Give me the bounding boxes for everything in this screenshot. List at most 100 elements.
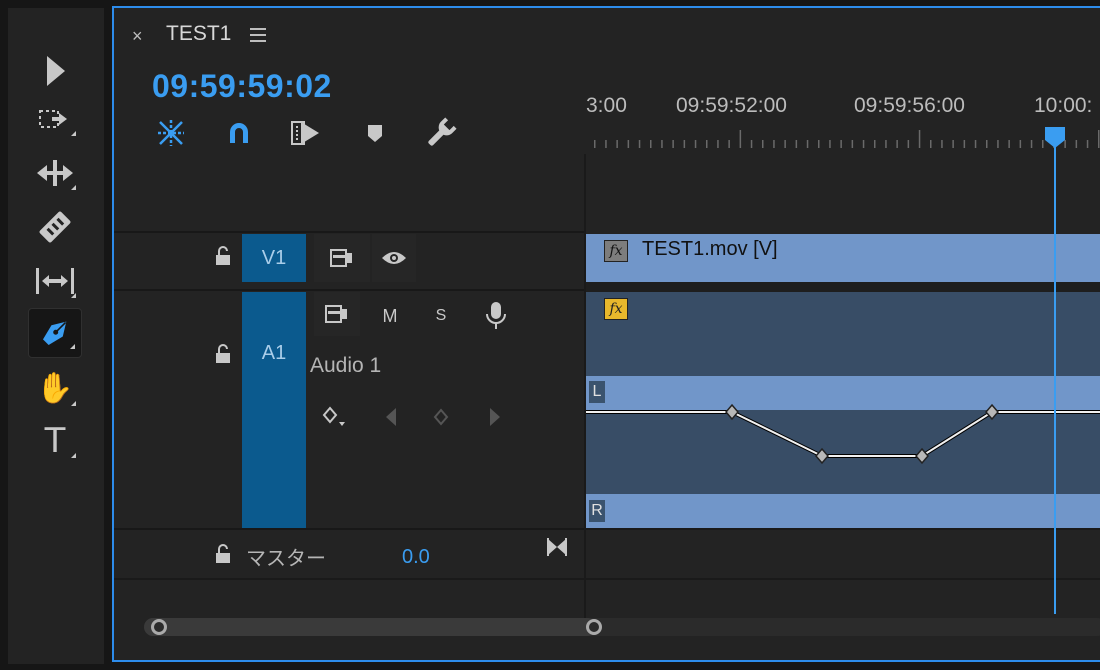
master-meter-toggle[interactable]: [544, 534, 570, 560]
solo-track-button[interactable]: S: [426, 298, 456, 334]
triangle-right-icon: [490, 408, 500, 426]
type-icon: T: [44, 421, 66, 461]
ruler-tick: [885, 140, 887, 148]
mute-track-button[interactable]: M: [372, 298, 408, 334]
track-divider: [114, 578, 1100, 580]
track-target-a1[interactable]: A1: [242, 292, 306, 528]
sync-lock-icon: [330, 249, 352, 267]
close-tab-button[interactable]: ×: [132, 26, 143, 47]
slip-icon: [36, 268, 74, 294]
volume-keyframe[interactable]: [815, 447, 829, 465]
lock-master-icon[interactable]: [214, 544, 234, 566]
ruler-tick: [974, 140, 977, 148]
lock-track-v1-icon[interactable]: [214, 246, 234, 268]
ruler-tick: [728, 140, 730, 148]
sequence-tab-title[interactable]: TEST1: [166, 22, 231, 46]
playhead-timecode[interactable]: 09:59:59:02: [152, 68, 332, 105]
ruler-label: 3:00: [586, 94, 627, 117]
ruler-ticks: [594, 130, 1100, 148]
ruler-tick: [739, 130, 742, 148]
ruler-tick: [930, 140, 932, 148]
eye-icon: [382, 252, 406, 264]
voice-over-record-button[interactable]: [478, 298, 514, 334]
ruler-tick: [896, 140, 898, 148]
marker-icon: [368, 125, 382, 142]
tools-panel: ✋ T: [8, 8, 104, 664]
ruler-tick: [862, 140, 865, 148]
ruler-tick: [650, 140, 652, 148]
timeline-settings-button[interactable]: [424, 116, 458, 150]
next-keyframe-button[interactable]: [482, 402, 508, 432]
ruler-tick: [616, 140, 618, 148]
ruler-tick: [795, 140, 798, 148]
volume-keyframe[interactable]: [725, 403, 739, 421]
add-remove-keyframe-button[interactable]: [318, 402, 352, 432]
ruler-tick: [661, 140, 663, 148]
toggle-sync-lock-a1[interactable]: [314, 292, 360, 336]
snap-icon: [158, 120, 184, 146]
triangle-left-icon: [386, 408, 396, 426]
previous-keyframe-button[interactable]: [378, 402, 404, 432]
selection-tool[interactable]: [28, 46, 82, 96]
ruler-tick: [918, 130, 921, 148]
video-clip[interactable]: fx TEST1.mov [V]: [586, 234, 1100, 282]
time-ruler[interactable]: 3:00 09:59:52:00 09:59:56:00 10:00:: [586, 78, 1100, 158]
ruler-tick: [1008, 140, 1010, 148]
audio-clip[interactable]: fx L R: [586, 292, 1100, 528]
type-tool[interactable]: T: [28, 416, 82, 466]
master-track-label: マスター: [246, 548, 326, 570]
ruler-tick: [784, 140, 786, 148]
hand-tool[interactable]: ✋: [28, 364, 82, 414]
master-volume-value[interactable]: 0.0: [402, 546, 430, 569]
ruler-tick: [1098, 130, 1100, 148]
add-marker-button[interactable]: [358, 116, 392, 150]
timeline-panel: × TEST1 09:59:59:02 3:00 09:59:52:00 09:…: [112, 6, 1100, 662]
clip-name: TEST1.mov [V]: [642, 238, 778, 260]
ruler-label: 09:59:52:00: [676, 94, 787, 117]
ruler-tick: [840, 140, 842, 148]
ruler-label: 09:59:56:00: [854, 94, 965, 117]
ruler-tick: [717, 140, 719, 148]
track-select-tool[interactable]: [28, 94, 82, 144]
ruler-tick: [750, 140, 753, 148]
wrench-icon: [428, 117, 457, 146]
scrollbar-right-handle[interactable]: [586, 619, 602, 635]
toggle-track-output-v1[interactable]: [372, 234, 416, 282]
track-target-v1[interactable]: V1: [242, 234, 306, 282]
mute-label: M: [382, 305, 398, 326]
panel-menu-icon[interactable]: [250, 28, 266, 46]
ruler-tick: [1030, 140, 1033, 148]
fx-badge-video: fx: [604, 240, 628, 262]
razor-tool[interactable]: [28, 202, 82, 252]
ruler-tick: [706, 140, 708, 148]
track-label-v1: V1: [261, 246, 287, 269]
ruler-tick: [672, 140, 674, 148]
pen-tool[interactable]: [28, 308, 82, 358]
track-gap: [586, 282, 1100, 292]
slip-tool[interactable]: [28, 256, 82, 306]
ruler-tick: [952, 140, 954, 148]
track-name-a1[interactable]: Audio 1: [310, 354, 381, 378]
ruler-tick: [1075, 140, 1078, 148]
ripple-edit-tool[interactable]: [28, 148, 82, 198]
linked-selection-button[interactable]: [222, 116, 256, 150]
ruler-tick: [627, 140, 630, 148]
ruler-tick: [773, 140, 775, 148]
scrollbar-thumb[interactable]: [144, 618, 596, 636]
lock-track-a1-icon[interactable]: [214, 344, 234, 366]
snap-button[interactable]: [154, 116, 188, 150]
track-divider: [114, 231, 584, 233]
keyframe-add-icon: [322, 406, 345, 426]
add-edit-button[interactable]: [288, 116, 322, 150]
bowtie-icon: [547, 538, 567, 556]
ruler-tick: [638, 140, 641, 148]
master-divider: [586, 528, 1100, 530]
playhead-line[interactable]: [1054, 136, 1056, 614]
keyframe-indicator: [428, 402, 454, 432]
ruler-tick: [963, 140, 966, 148]
ruler-label: 10:00:: [1034, 94, 1093, 117]
toggle-sync-lock-v1[interactable]: [314, 234, 370, 282]
ruler-tick: [829, 140, 831, 148]
scrollbar-left-handle[interactable]: [151, 619, 167, 635]
volume-rubberband[interactable]: [586, 292, 1100, 528]
